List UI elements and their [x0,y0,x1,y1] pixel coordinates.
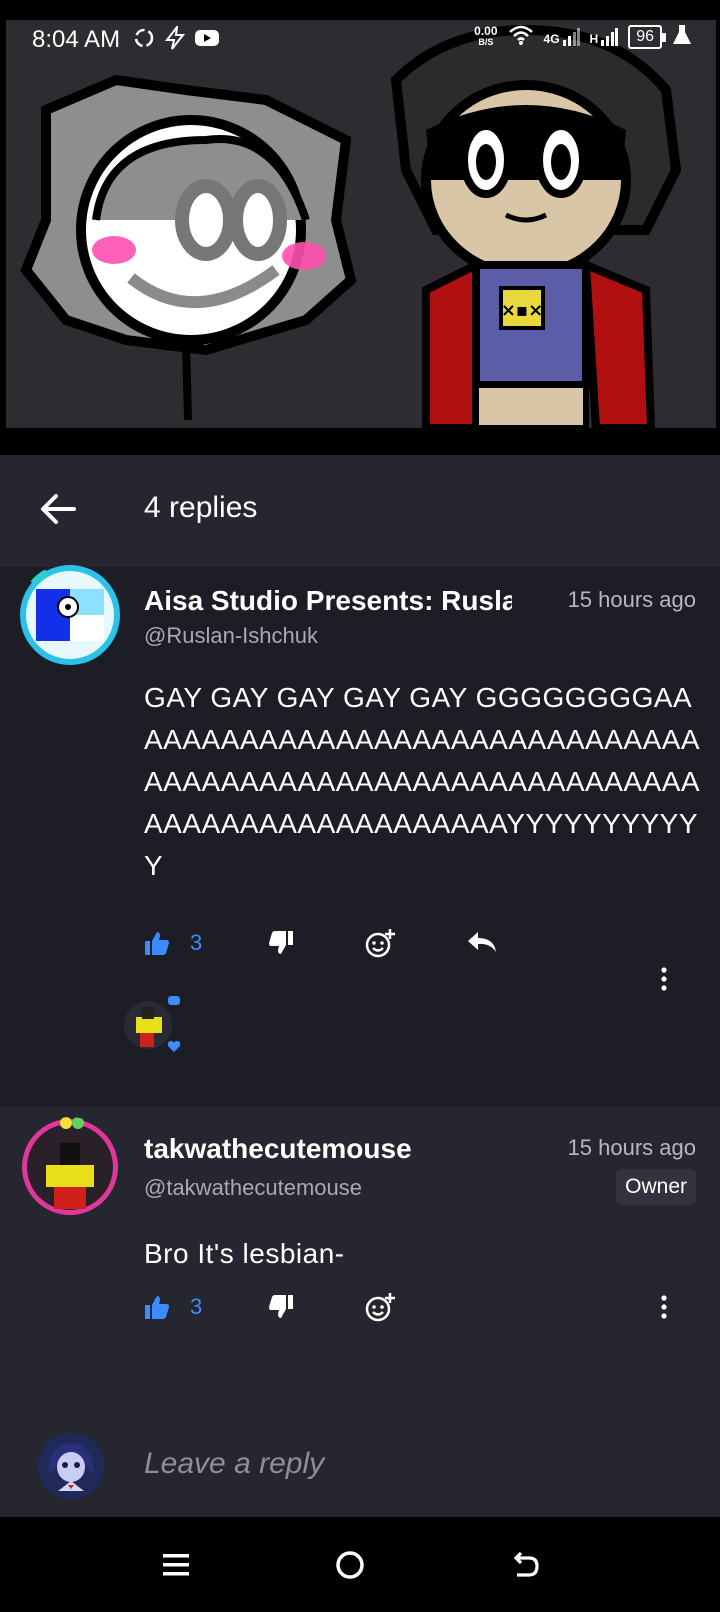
like-button[interactable]: 3 [144,1294,202,1320]
owner-badge: Owner [616,1169,696,1205]
add-reaction-button[interactable] [364,927,396,959]
comment-text: Bro It's lesbian- [144,1238,345,1269]
comment-text: GAY GAY GAY GAY GAY GGGGGGGGAAAAAAAAAAAA… [144,682,701,881]
replies-title: 4 replies [144,491,258,524]
dislike-button[interactable] [268,1294,294,1320]
network-4g-label: 4G [543,31,560,46]
add-reaction-button[interactable] [364,1291,396,1323]
status-bar: 8:04 AM 0.00 B/S 4G H 96 [0,0,720,80]
like-count: 3 [190,930,203,955]
arrow-left-icon [41,494,76,524]
menu-icon [163,1554,189,1576]
like-button[interactable]: 3 [144,930,202,956]
avatar [38,1433,104,1499]
nav-home-button[interactable] [322,1537,378,1593]
network-speed-unit: B/S [478,36,494,47]
comment-actions: 3 [144,1287,396,1327]
thumbs-down-icon [269,1295,294,1318]
svg-text:×▪×: ×▪× [501,300,543,321]
nav-back-button[interactable] [498,1537,554,1593]
comment-item: takwathecutemouse 15 hours ago @takwathe… [0,1107,720,1413]
back-button[interactable] [34,485,82,533]
network-h-label: H [589,31,599,46]
thumbs-down-icon [269,931,294,954]
reply-arrow-icon [468,932,497,952]
battery-indicator: 96 [628,24,666,49]
wifi-icon [508,24,534,49]
status-notification-icons [132,23,220,55]
more-options-button[interactable] [654,1287,674,1327]
status-system-icons: 0.00 B/S 4G H 96 [474,24,692,49]
like-count: 3 [190,1294,203,1319]
replies-header: 4 replies [0,455,720,567]
artwork-image: ×▪× [20,24,682,428]
flash-icon [164,23,186,55]
comment-time: 15 hours ago [567,587,696,612]
reply-button[interactable] [466,930,498,956]
comment-actions: 3 [144,923,498,963]
video-thumbnail: ×▪× [6,20,716,428]
more-options-button[interactable] [654,959,674,999]
comment-author[interactable]: takwathecutemouse [144,1133,412,1165]
replies-list: Aisa Studio Presents: Ruslan-Ishchuk 15 … [0,563,720,1413]
nav-menu-button[interactable] [148,1537,204,1593]
creator-reaction [122,991,194,1057]
youtube-icon [194,28,220,53]
lab-flask-icon [672,24,692,49]
comment-item: Aisa Studio Presents: Ruslan-Ishchuk 15 … [0,563,720,1107]
kebab-menu-icon [661,1295,667,1319]
network-speed: 0.00 B/S [474,23,498,48]
signal-h-icon: H [589,27,619,46]
comment-handle[interactable]: @Ruslan-Ishchuk [144,623,318,649]
thumbs-up-icon [145,1296,169,1319]
thumbs-up-icon [145,932,169,955]
comment-handle[interactable]: @takwathecutemouse [144,1175,362,1201]
dislike-button[interactable] [268,930,294,956]
system-nav-bar [0,1517,720,1612]
avatar[interactable] [20,1117,120,1217]
signal-4g-icon: 4G [543,27,580,46]
comment-time: 15 hours ago [567,1135,696,1160]
add-emoji-icon [366,1293,396,1322]
avatar[interactable] [18,563,122,667]
home-circle-icon [336,1551,364,1579]
add-emoji-icon [366,929,396,958]
network-speed-value: 0.00 [474,23,498,38]
sync-icon [132,26,156,55]
creator-hearted-avatar [124,992,183,1056]
comment-author[interactable]: Aisa Studio Presents: Ruslan-Ishchuk [144,585,512,617]
kebab-menu-icon [661,967,667,991]
reply-composer [0,1413,720,1517]
back-arrow-icon [513,1551,539,1577]
status-time: 8:04 AM [32,26,121,53]
reply-input[interactable] [144,1441,684,1487]
